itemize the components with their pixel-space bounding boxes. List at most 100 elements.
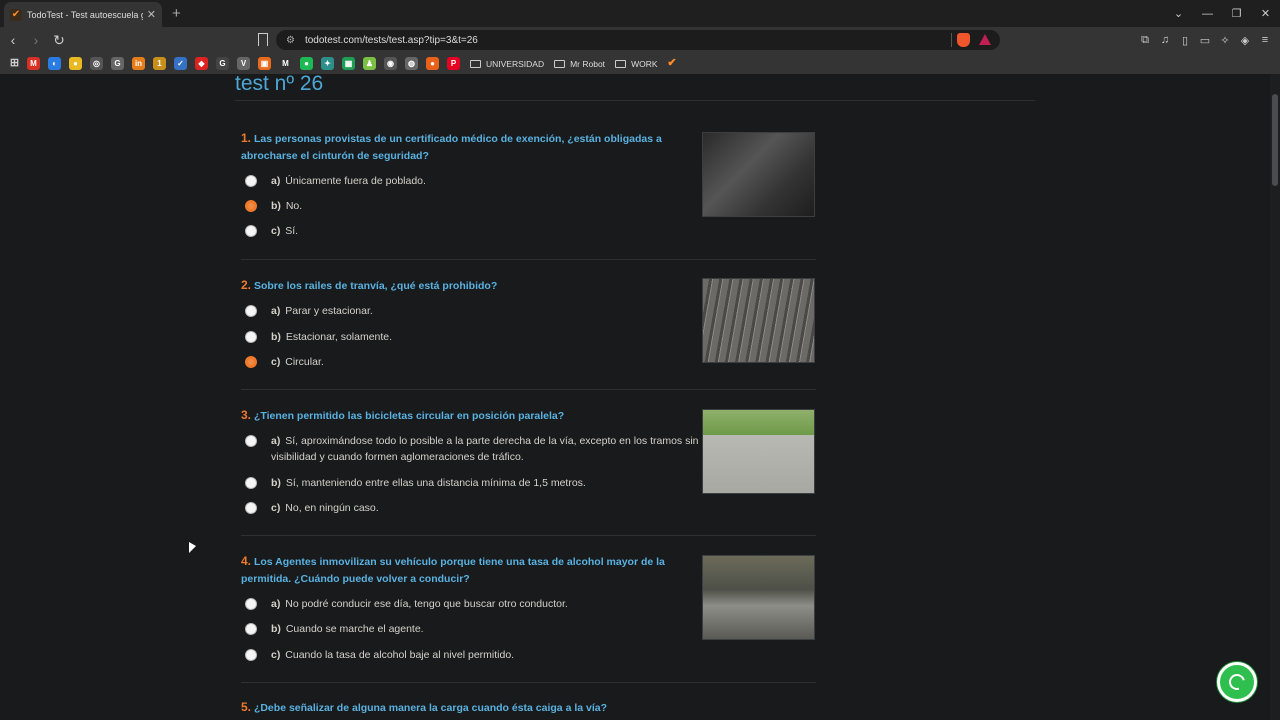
url-separator bbox=[951, 33, 952, 47]
radio-button[interactable] bbox=[245, 356, 257, 368]
reload-button[interactable]: ↻ bbox=[49, 32, 69, 49]
app12-bookmark-icon[interactable]: ▣ bbox=[258, 57, 271, 70]
question-divider bbox=[241, 389, 816, 390]
option-letter: a) bbox=[271, 175, 281, 187]
wallet-icon[interactable]: ▭ bbox=[1198, 34, 1212, 47]
back-button[interactable]: ‹ bbox=[3, 32, 23, 48]
question-text: 3. ¿Tienen permitido las bicicletas circ… bbox=[241, 407, 691, 425]
option-text: No. bbox=[285, 200, 303, 212]
radio-button[interactable] bbox=[245, 175, 257, 187]
radio-button[interactable] bbox=[245, 200, 257, 212]
address-bar[interactable]: ⚙ todotest.com/tests/test.asp?tip=3&t=26 bbox=[276, 30, 1000, 50]
spotify-bookmark-icon[interactable]: ● bbox=[300, 57, 313, 70]
apps-grid-icon[interactable]: ⊞ bbox=[8, 57, 21, 70]
answer-option-1-3[interactable]: c) Sí. bbox=[241, 223, 701, 239]
gmail-bookmark-icon[interactable]: M bbox=[27, 57, 40, 70]
todotest-bookmark-icon[interactable]: ✔ bbox=[666, 57, 679, 70]
answer-option-3-2[interactable]: b) Sí, manteniendo entre ellas una dista… bbox=[241, 475, 701, 491]
radio-button[interactable] bbox=[245, 225, 257, 237]
vpn-icon[interactable]: ◈ bbox=[1238, 34, 1252, 47]
tab-search-chevron-icon[interactable]: ⌄ bbox=[1164, 7, 1193, 20]
menu-icon[interactable]: ≡ bbox=[1258, 34, 1272, 46]
bookmark-folder-mr-robot[interactable]: Mr Robot bbox=[554, 59, 605, 69]
app20-bookmark-icon[interactable]: ● bbox=[426, 57, 439, 70]
answer-option-3-3[interactable]: c) No, en ningún caso. bbox=[241, 500, 701, 516]
close-tab-icon[interactable]: ✕ bbox=[147, 8, 156, 21]
bookmark-folder-universidad[interactable]: UNIVERSIDAD bbox=[470, 59, 544, 69]
answer-option-3-1[interactable]: a) Sí, aproximándose todo lo posible a l… bbox=[241, 433, 701, 465]
brave-shields-icon[interactable] bbox=[957, 33, 970, 47]
forward-button[interactable]: › bbox=[26, 32, 46, 48]
answer-option-4-3[interactable]: c) Cuando la tasa de alcohol baje al niv… bbox=[241, 647, 701, 663]
option-letter: a) bbox=[271, 435, 281, 447]
question-divider bbox=[241, 259, 816, 260]
minimize-button[interactable]: — bbox=[1193, 8, 1222, 20]
media-icon[interactable]: ♫ bbox=[1158, 34, 1172, 46]
app17-bookmark-icon[interactable]: ♟ bbox=[363, 57, 376, 70]
question-text: 1. Las personas provistas de un certific… bbox=[241, 130, 691, 165]
radio-button[interactable] bbox=[245, 305, 257, 317]
answer-option-1-2[interactable]: b) No. bbox=[241, 198, 701, 214]
app18-bookmark-icon[interactable]: ◉ bbox=[384, 57, 397, 70]
answer-option-4-1[interactable]: a) No podré conducir ese día, tengo que … bbox=[241, 596, 701, 612]
url-text[interactable]: todotest.com/tests/test.asp?tip=3&t=26 bbox=[305, 35, 478, 46]
restore-button[interactable]: ❐ bbox=[1222, 7, 1251, 20]
radio-button[interactable] bbox=[245, 435, 257, 447]
answer-option-1-1[interactable]: a) Únicamente fuera de poblado. bbox=[241, 173, 701, 189]
sheets-bookmark-icon[interactable]: ▦ bbox=[342, 57, 355, 70]
app19-bookmark-icon[interactable]: ◍ bbox=[405, 57, 418, 70]
question-number: 2. bbox=[241, 278, 252, 292]
app11-bookmark-icon[interactable]: V bbox=[237, 57, 250, 70]
tab-bar: ✔ TodoTest - Test autoescuela grat ✕ + ⌄… bbox=[0, 0, 1280, 27]
pinterest-bookmark-icon[interactable]: P bbox=[447, 57, 460, 70]
app6-bookmark-icon[interactable]: in bbox=[132, 57, 145, 70]
bookmarks-bar: ⊞ M ◐ ● ◎ Gin 1 ✓ ◆ G V ▣ M ● ✦ ▦ ♟ ◉ ◍ ● P UNIVERSIDAD Mr … bbox=[0, 53, 1280, 74]
question-text: 2. Sobre los railes de tranvía, ¿qué est… bbox=[241, 277, 691, 295]
question-5: 5. ¿Debe señalizar de alguna manera la c… bbox=[241, 699, 816, 717]
brave-rewards-icon[interactable] bbox=[979, 34, 991, 45]
radio-button[interactable] bbox=[245, 331, 257, 343]
answer-option-2-2[interactable]: b) Estacionar, solamente. bbox=[241, 329, 701, 345]
chrome-bookmark-icon[interactable]: ● bbox=[69, 57, 82, 70]
radio-button[interactable] bbox=[245, 502, 257, 514]
bookmark-page-icon[interactable] bbox=[258, 33, 268, 46]
answer-option-4-2[interactable]: b) Cuando se marche el agente. bbox=[241, 621, 701, 637]
radio-button[interactable] bbox=[245, 623, 257, 635]
radio-button[interactable] bbox=[245, 477, 257, 489]
radio-button[interactable] bbox=[245, 649, 257, 661]
close-window-button[interactable]: ✕ bbox=[1251, 7, 1280, 20]
scrollbar-thumb[interactable] bbox=[1272, 94, 1278, 186]
option-text: Cuando se marche el agente. bbox=[285, 623, 424, 635]
bookmark-folder-work[interactable]: WORK bbox=[615, 59, 658, 69]
option-letter: c) bbox=[271, 649, 281, 661]
app13-bookmark-icon[interactable]: M bbox=[279, 57, 292, 70]
browser-tab[interactable]: ✔ TodoTest - Test autoescuela grat ✕ bbox=[4, 2, 162, 27]
option-text: Cuando la tasa de alcohol baje al nivel … bbox=[285, 649, 515, 661]
tram-rails-image bbox=[702, 278, 815, 363]
scrollbar[interactable] bbox=[1270, 74, 1280, 720]
radio-button[interactable] bbox=[245, 598, 257, 610]
option-text: No, en ningún caso. bbox=[285, 502, 379, 514]
app4-bookmark-icon[interactable]: ◎ bbox=[90, 57, 103, 70]
navigation-bar: ‹ › ↻ ⚙ todotest.com/tests/test.asp?tip=… bbox=[0, 27, 1280, 53]
app2-bookmark-icon[interactable]: ◐ bbox=[48, 57, 61, 70]
folder-icon bbox=[554, 59, 566, 68]
site-info-icon[interactable]: ⚙ bbox=[286, 35, 295, 46]
app15-bookmark-icon[interactable]: ✦ bbox=[321, 57, 334, 70]
new-tab-button[interactable]: + bbox=[172, 5, 181, 22]
app7-bookmark-icon[interactable]: 1 bbox=[153, 57, 166, 70]
question-label: Los Agentes inmovilizan su vehículo porq… bbox=[241, 556, 665, 585]
sidebar-icon[interactable]: ▯ bbox=[1178, 34, 1192, 47]
leo-ai-icon[interactable]: ✧ bbox=[1218, 34, 1232, 47]
extensions-icon[interactable]: ⧉ bbox=[1138, 34, 1152, 47]
app10-bookmark-icon[interactable]: G bbox=[216, 57, 229, 70]
option-text: Únicamente fuera de poblado. bbox=[285, 175, 426, 187]
app9-bookmark-icon[interactable]: ◆ bbox=[195, 57, 208, 70]
app8-bookmark-icon[interactable]: ✓ bbox=[174, 57, 187, 70]
answer-option-2-3[interactable]: c) Circular. bbox=[241, 354, 701, 370]
whatsapp-button[interactable] bbox=[1217, 662, 1257, 702]
answer-option-2-1[interactable]: a) Parar y estacionar. bbox=[241, 303, 701, 319]
google-bookmark-icon[interactable]: G bbox=[111, 57, 124, 70]
tab-title: TodoTest - Test autoescuela grat bbox=[27, 9, 143, 20]
window-controls: ⌄ — ❐ ✕ bbox=[1164, 0, 1280, 27]
